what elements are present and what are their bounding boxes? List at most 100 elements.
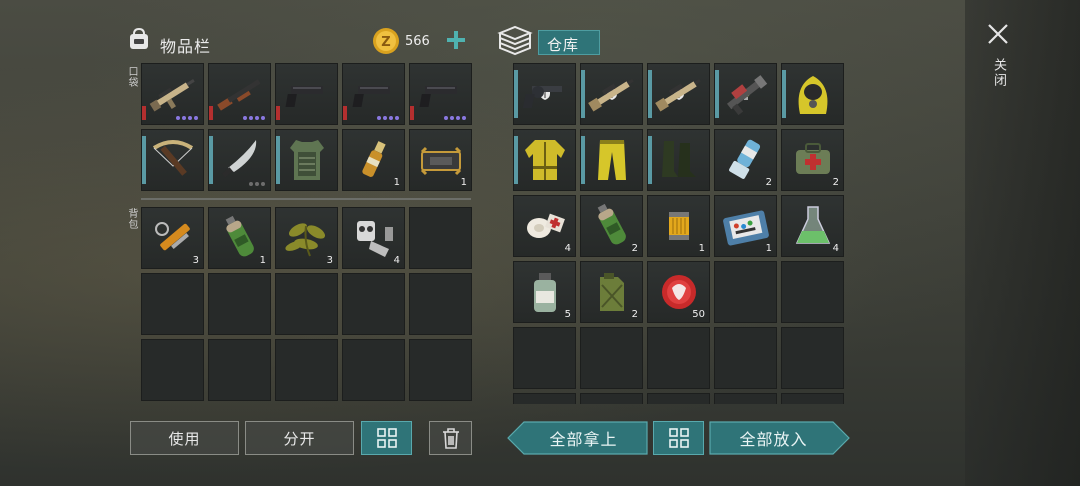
inventory.backpack_items-item-slot[interactable]: 3 [141,207,204,269]
storage.items-empty-slot[interactable] [513,393,576,404]
inventory.pocket_items-item-slot[interactable]: 1 [409,129,472,191]
take-all-label: 全部拿上 [549,430,618,449]
storage.items-empty-slot[interactable] [714,393,777,404]
trash-button[interactable] [429,421,472,455]
inventory.backpack_items-empty-slot[interactable] [409,207,472,269]
rarity-dot [261,116,265,120]
inhaler-icon [728,139,760,179]
trash-icon [442,428,459,449]
durability-bar [514,70,518,118]
storage.items-empty-slot[interactable] [647,327,710,389]
durability-bar [782,70,786,118]
durability-bar [343,106,347,120]
inventory.backpack_items-empty-slot[interactable] [275,273,338,335]
storage.items-empty-slot[interactable] [580,393,643,404]
inventory.backpack_items-empty-slot[interactable] [141,339,204,401]
inventory.backpack_items-empty-slot[interactable] [275,339,338,401]
put-all-button[interactable]: 全部放入 [709,421,850,455]
inventory.backpack_items-empty-slot[interactable] [409,339,472,401]
inventory.backpack_items-empty-slot[interactable] [409,273,472,335]
plus-icon [447,31,465,49]
rarity-dots [444,116,466,120]
storage.items-empty-slot[interactable] [580,327,643,389]
machine-parts-icon [356,221,393,257]
storage.items-item-slot[interactable]: 2 [580,195,643,257]
storage.items-item-slot[interactable]: 1 [647,195,710,257]
inventory.pocket_items-item-slot[interactable] [342,63,405,125]
rifle-icon [654,79,701,112]
storage.items-item-slot[interactable] [513,129,576,191]
storage.items-item-slot[interactable] [647,129,710,191]
storage.items-item-slot[interactable] [647,63,710,125]
storage.items-empty-slot[interactable] [781,393,844,404]
chemical-flask-icon [795,206,830,244]
inventory.backpack_items-item-slot[interactable]: 3 [275,207,338,269]
rarity-dot [249,116,253,120]
item-count: 4 [832,243,839,254]
inventory.backpack_items-item-slot[interactable]: 1 [208,207,271,269]
storage.items-item-slot[interactable] [580,129,643,191]
inventory.pocket_items-item-slot[interactable] [208,129,271,191]
durability-bar [581,136,585,184]
storage.items-item-slot[interactable] [781,63,844,125]
inventory.pocket_items-item-slot[interactable] [141,129,204,191]
inventory-title: 物品栏 [160,37,212,56]
item-count: 2 [631,243,638,254]
hazmat-jacket-icon [524,140,565,180]
storage.items-item-slot[interactable]: 4 [513,195,576,257]
storage.items-item-slot[interactable] [580,63,643,125]
storage.items-item-slot[interactable]: 2 [580,261,643,323]
inventory-sort-button[interactable] [361,421,412,455]
storage.items-empty-slot[interactable] [781,261,844,323]
storage.items-empty-slot[interactable] [781,327,844,389]
storage.items-item-slot[interactable] [513,63,576,125]
storage.items-item-slot[interactable]: 4 [781,195,844,257]
storage-sort-button[interactable] [653,421,704,455]
inventory.backpack_items-empty-slot[interactable] [208,273,271,335]
inventory.pocket_items-item-slot[interactable] [208,63,271,125]
rarity-dots [377,116,399,120]
take-all-button[interactable]: 全部拿上 [507,421,648,455]
rarity-dot [243,116,247,120]
storage.items-item-slot[interactable]: 2 [781,129,844,191]
grid-sort-icon [376,428,397,448]
close-button[interactable]: 关闭 [984,20,1012,100]
rarity-dot [176,116,180,120]
bear-trap-icon [420,146,461,176]
split-button[interactable]: 分开 [245,421,354,455]
item-count: 4 [564,243,571,254]
inventory.pocket_items-item-slot[interactable] [275,129,338,191]
storage.items-item-slot[interactable]: 5 [513,261,576,323]
storage.items-empty-slot[interactable] [714,327,777,389]
storage.items-item-slot[interactable]: 2 [714,129,777,191]
revolver-icon [522,86,562,108]
inventory.backpack_items-empty-slot[interactable] [342,339,405,401]
storage.items-empty-slot[interactable] [647,393,710,404]
storage.items-item-slot[interactable]: 1 [714,195,777,257]
durability-bar [276,106,280,120]
storage-title-tab[interactable]: 仓库 [538,30,600,55]
inventory.backpack_items-empty-slot[interactable] [342,273,405,335]
storage.items-item-slot[interactable] [714,63,777,125]
rarity-dot [261,182,265,186]
inventory.backpack_items-item-slot[interactable]: 4 [342,207,405,269]
use-button[interactable]: 使用 [130,421,239,455]
machete-icon [221,140,256,178]
storage.items-item-slot[interactable]: 50 [647,261,710,323]
storage.items-empty-slot[interactable] [714,261,777,323]
inventory.pocket_items-item-slot[interactable] [275,63,338,125]
item-count: 2 [765,177,772,188]
rarity-dot [255,116,259,120]
assault-rifle-icon [149,79,195,112]
inventory.pocket_items-item-slot[interactable] [409,63,472,125]
inventory.pocket_items-item-slot[interactable] [141,63,204,125]
add-currency-button[interactable] [444,28,468,52]
inventory.backpack_items-empty-slot[interactable] [141,273,204,335]
gas-canister-icon [225,215,254,257]
inventory.pocket_items-item-slot[interactable]: 1 [342,129,405,191]
item-count: 50 [692,309,705,320]
inventory.backpack_items-empty-slot[interactable] [208,339,271,401]
shotgun-icon [216,79,261,111]
storage.items-empty-slot[interactable] [513,327,576,389]
oil-filter-icon [668,212,689,240]
